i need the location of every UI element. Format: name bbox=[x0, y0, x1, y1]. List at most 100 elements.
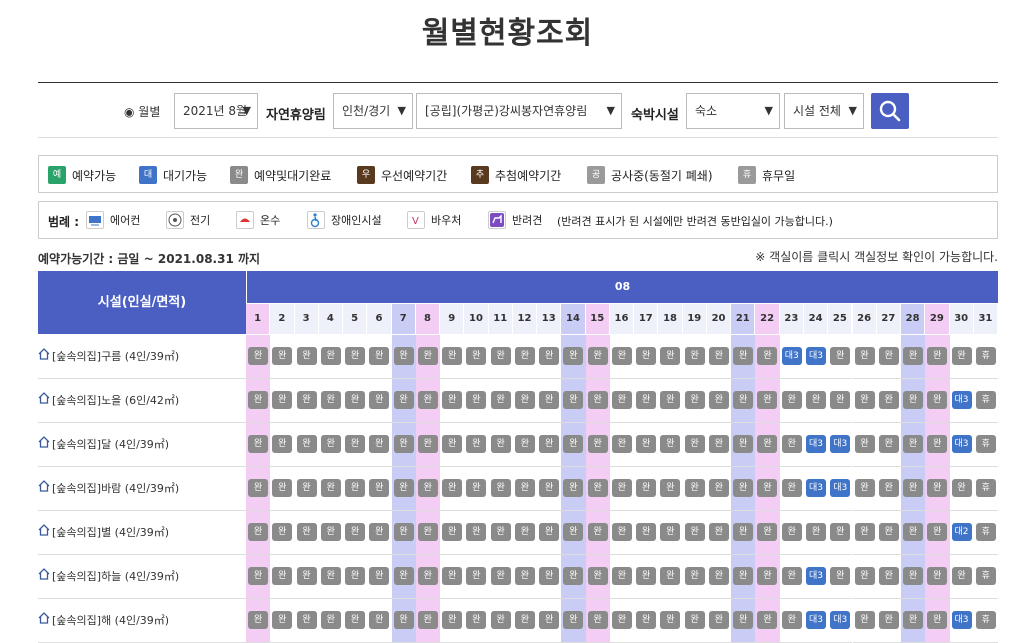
day-cell: 완 bbox=[246, 379, 271, 423]
day-cell: 완 bbox=[731, 599, 756, 643]
full-badge: 완 bbox=[514, 611, 535, 629]
room-info-note: ※ 객실이름 클릭시 객실정보 확인이 가능합니다. bbox=[755, 250, 998, 264]
full-badge: 완 bbox=[927, 391, 948, 409]
full-badge: 완 bbox=[660, 611, 681, 629]
full-badge: 완 bbox=[272, 523, 293, 541]
full-badge: 완 bbox=[805, 523, 826, 541]
day-cell: 완 bbox=[731, 335, 756, 379]
day-cell: 완 bbox=[658, 467, 683, 511]
full-badge: 완 bbox=[466, 567, 487, 585]
legend-label: 추첨예약기간 bbox=[495, 168, 562, 183]
facility-type-select[interactable]: 숙소 ▼ bbox=[686, 93, 780, 129]
room-name-link[interactable]: [숲속의집]해 (4인/39㎡) bbox=[38, 599, 246, 643]
full-badge: 완 bbox=[563, 347, 584, 365]
day-cell: 완 bbox=[682, 511, 707, 555]
day-cell: 완 bbox=[682, 599, 707, 643]
facility-all-select[interactable]: 시설 전체 ▼ bbox=[784, 93, 864, 129]
full-badge: 완 bbox=[757, 567, 778, 585]
full-badge: 완 bbox=[442, 347, 463, 365]
full-badge: 완 bbox=[514, 479, 535, 497]
day-header: 11 bbox=[488, 304, 513, 334]
room-name-link[interactable]: [숲속의집]달 (4인/39㎡) bbox=[38, 423, 246, 467]
room-name-link[interactable]: [숲속의집]노을 (6인/42㎡) bbox=[38, 379, 246, 423]
full-badge: 완 bbox=[854, 567, 875, 585]
day-cell: 완 bbox=[634, 511, 659, 555]
day-cell: 대3 bbox=[828, 467, 853, 511]
waitlist-badge[interactable]: 대3 bbox=[830, 479, 851, 497]
home-icon bbox=[38, 379, 50, 423]
waitlist-badge[interactable]: 대3 bbox=[805, 347, 826, 365]
day-cell: 완 bbox=[537, 467, 562, 511]
waitlist-badge[interactable]: 대3 bbox=[805, 567, 826, 585]
day-cell: 완 bbox=[755, 423, 780, 467]
day-cell: 완 bbox=[537, 379, 562, 423]
full-badge: 완 bbox=[272, 479, 293, 497]
month-select[interactable]: 2021년 8월 ▼ bbox=[174, 93, 258, 129]
day-cell: 완 bbox=[901, 511, 926, 555]
legend-label: 휴무일 bbox=[762, 168, 796, 183]
day-cell: 완 bbox=[609, 511, 635, 555]
day-cell: 완 bbox=[391, 467, 416, 511]
day-cell: 완 bbox=[440, 511, 465, 555]
day-cell: 완 bbox=[949, 335, 974, 379]
full-badge: 완 bbox=[903, 391, 924, 409]
room-name-link[interactable]: [숲속의집]구름 (4인/39㎡) bbox=[38, 335, 246, 379]
forest-select[interactable]: [공립](가평군)강씨봉자연휴양림 ▼ bbox=[416, 93, 622, 129]
monthly-radio[interactable]: ◉ 월별 bbox=[124, 103, 160, 120]
full-badge: 완 bbox=[733, 479, 754, 497]
day-header: 17 bbox=[634, 304, 659, 334]
room-name-link[interactable]: [숲속의집]바람 (4인/39㎡) bbox=[38, 467, 246, 511]
chevron-down-icon: ▼ bbox=[848, 104, 857, 117]
day-cell: 완 bbox=[464, 423, 489, 467]
room-name: [숲속의집]별 (4인/39㎡) bbox=[52, 526, 170, 539]
search-button[interactable] bbox=[871, 93, 909, 129]
waitlist-badge[interactable]: 대3 bbox=[951, 435, 972, 453]
waitlist-badge[interactable]: 대3 bbox=[951, 611, 972, 629]
day-cell: 완 bbox=[634, 599, 659, 643]
day-cell: 완 bbox=[755, 511, 780, 555]
amenity-label: 에어컨 bbox=[110, 214, 141, 227]
closed-badge: 휴 bbox=[975, 611, 996, 629]
full-badge: 완 bbox=[927, 479, 948, 497]
day-header: 21 bbox=[731, 304, 756, 334]
waitlist-badge[interactable]: 대3 bbox=[830, 611, 851, 629]
amenity-legend-title: 범례 : bbox=[48, 215, 80, 229]
full-badge: 완 bbox=[781, 435, 802, 453]
waitlist-badge[interactable]: 대3 bbox=[830, 435, 851, 453]
full-badge: 완 bbox=[320, 567, 341, 585]
waitlist-badge[interactable]: 대3 bbox=[805, 611, 826, 629]
waitlist-badge[interactable]: 대3 bbox=[805, 435, 826, 453]
day-cell: 완 bbox=[852, 335, 877, 379]
amenity-label: 온수 bbox=[260, 214, 281, 227]
room-name-link[interactable]: [숲속의집]하늘 (4인/39㎡) bbox=[38, 555, 246, 599]
full-badge: 완 bbox=[708, 523, 729, 541]
day-cell: 완 bbox=[246, 599, 271, 643]
region-select[interactable]: 인천/경기 ▼ bbox=[333, 93, 413, 129]
waitlist-badge[interactable]: 대3 bbox=[951, 391, 972, 409]
full-badge: 완 bbox=[514, 567, 535, 585]
status-badge: 휴 bbox=[738, 166, 756, 184]
full-badge: 완 bbox=[272, 611, 293, 629]
day-cell: 완 bbox=[925, 599, 950, 643]
day-cell: 완 bbox=[488, 467, 513, 511]
room-name-link[interactable]: [숲속의집]별 (4인/39㎡) bbox=[38, 511, 246, 555]
day-cell: 완 bbox=[658, 379, 683, 423]
day-cell: 완 bbox=[294, 423, 319, 467]
full-badge: 완 bbox=[248, 611, 268, 629]
day-cell: 완 bbox=[609, 379, 635, 423]
day-cell: 완 bbox=[488, 335, 513, 379]
day-cell: 완 bbox=[658, 423, 683, 467]
waitlist-badge[interactable]: 대2 bbox=[951, 523, 972, 541]
day-header: 22 bbox=[755, 304, 780, 334]
full-badge: 완 bbox=[660, 479, 681, 497]
day-cell: 완 bbox=[706, 335, 732, 379]
region-select-value: 인천/경기 bbox=[342, 104, 391, 118]
amenity-item-0: 에어컨 bbox=[86, 210, 140, 230]
day-cell: 완 bbox=[464, 511, 489, 555]
amenity-label: 전기 bbox=[190, 214, 211, 227]
full-badge: 완 bbox=[393, 479, 414, 497]
day-cell: 완 bbox=[415, 467, 441, 511]
waitlist-badge[interactable]: 대3 bbox=[805, 479, 826, 497]
waitlist-badge[interactable]: 대3 bbox=[781, 347, 802, 365]
full-badge: 완 bbox=[660, 347, 681, 365]
